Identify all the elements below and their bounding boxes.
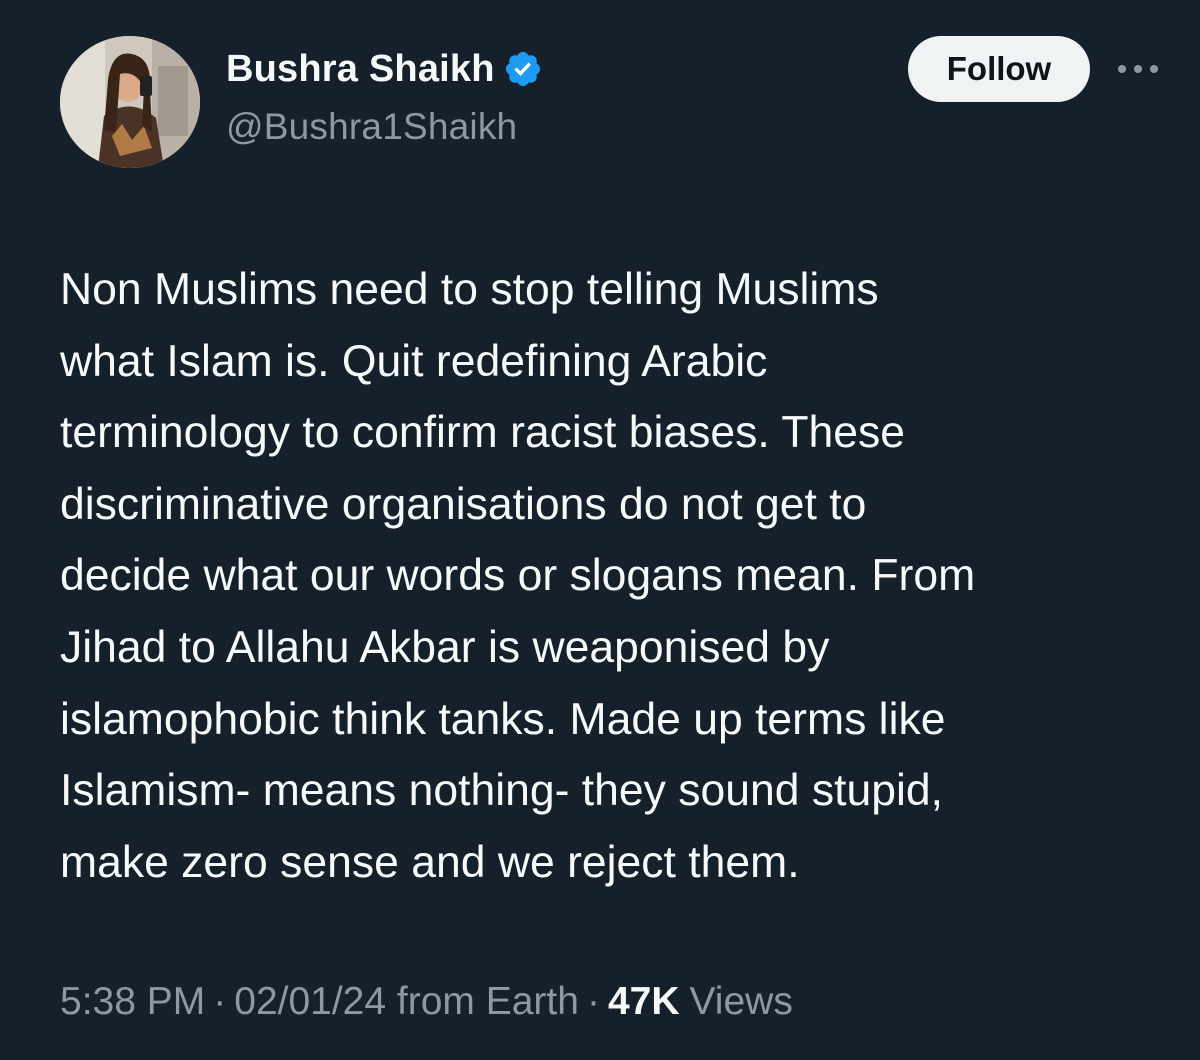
- views-label: Views: [689, 980, 793, 1023]
- tweet-header: Bushra Shaikh @Bushra1Shaikh Follow: [0, 0, 1200, 180]
- follow-button[interactable]: Follow: [908, 36, 1090, 102]
- avatar[interactable]: [60, 36, 200, 168]
- verified-badge-icon: [503, 49, 543, 89]
- tweet-date-source[interactable]: 02/01/24 from Earth: [234, 980, 579, 1024]
- tweet-text: Non Muslims need to stop telling Muslims…: [60, 265, 976, 887]
- views-count: 47K: [607, 980, 680, 1023]
- tweet-time[interactable]: 5:38 PM: [60, 980, 205, 1024]
- name-row: Bushra Shaikh: [226, 44, 543, 94]
- display-name[interactable]: Bushra Shaikh: [226, 48, 495, 91]
- tweet-meta: 5:38 PM · 02/01/24 from Earth · 47K View…: [60, 980, 793, 1024]
- meta-separator: ·: [586, 980, 600, 1023]
- ellipsis-icon[interactable]: [1114, 52, 1162, 86]
- profile-photo: [60, 36, 200, 168]
- meta-separator: ·: [213, 980, 227, 1023]
- user-handle[interactable]: @Bushra1Shaikh: [226, 106, 517, 148]
